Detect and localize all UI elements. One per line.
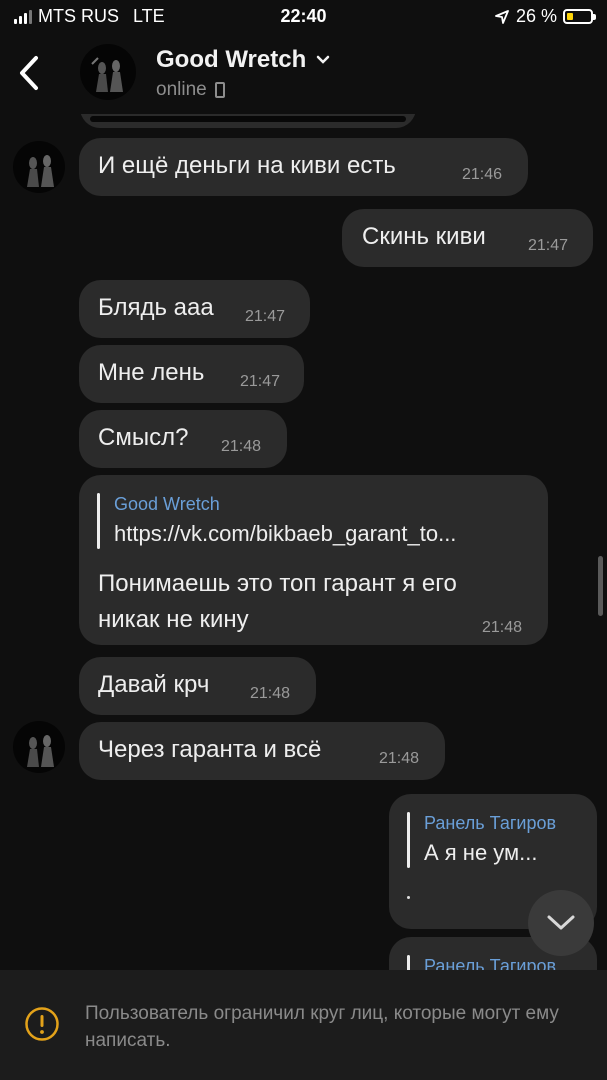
status-bar: MTS RUS LTE 22:40 26 % [0, 0, 607, 34]
restriction-notice-text: Пользователь ограничил круг лиц, которые… [85, 1003, 559, 1051]
battery-icon [563, 9, 596, 24]
message-bubble-incoming[interactable]: Мне лень 21:47 [79, 345, 304, 403]
reply-text: А я не ум... [424, 840, 538, 865]
warning-icon [25, 1007, 59, 1041]
message-text: Смысл? [98, 424, 189, 451]
message-text-line-1: Понимаешь это топ гарант я его [98, 570, 457, 597]
reply-link[interactable]: https://vk.com/bikbaeb_garant_to... [114, 521, 456, 547]
contact-avatar[interactable] [80, 44, 136, 100]
message-bubble-outgoing[interactable]: Скинь киви 21:47 [342, 209, 593, 267]
message-bubble-partial[interactable] [80, 114, 416, 128]
message-text-line-2: никак не кину [98, 606, 249, 633]
scroll-down-icon [547, 915, 575, 930]
message-time: 21:46 [462, 166, 503, 183]
phone-icon [214, 82, 225, 98]
reply-indicator-bar [407, 812, 410, 868]
contact-name-button[interactable]: Good Wretch [156, 46, 330, 74]
scrollbar[interactable] [598, 556, 603, 616]
reply-author: Good Wretch [114, 494, 220, 514]
message-bubble-incoming[interactable]: Блядь ааа 21:47 [79, 280, 310, 338]
reply-author: Ранель Тагиров [424, 956, 557, 970]
message-time: 21:48 [221, 438, 262, 455]
chat-header: Good Wretch online [0, 34, 607, 114]
back-button[interactable] [16, 54, 46, 92]
battery-fill [567, 13, 573, 20]
reply-indicator-bar [407, 955, 410, 970]
message-time: 21:47 [528, 237, 569, 254]
reply-author: Ранель Тагиров [424, 813, 557, 833]
message-bubble-incoming[interactable]: Через гаранта и всё 21:48 [79, 722, 445, 780]
message-time: 21:47 [245, 308, 286, 325]
sender-avatar[interactable] [13, 141, 65, 193]
restriction-notice: Пользователь ограничил круг лиц, которые… [0, 970, 607, 1080]
chevron-down-icon [316, 55, 330, 64]
message-text: Скинь киви [362, 223, 486, 250]
status-right: 26 % [494, 6, 596, 27]
message-bubble-incoming[interactable]: Смысл? 21:48 [79, 410, 287, 468]
message-bubble-incoming[interactable]: Давай крч 21:48 [79, 657, 316, 715]
message-time: 21:48 [482, 619, 523, 636]
location-arrow-icon [495, 9, 509, 24]
message-list[interactable]: И ещё деньги на киви есть 21:46 Скинь ки… [0, 114, 607, 970]
message-time: 21:48 [250, 685, 291, 702]
message-bubble-incoming[interactable]: И ещё деньги на киви есть 21:46 [79, 138, 528, 196]
message-text: Давай крч [98, 671, 210, 698]
message-time: 21:47 [240, 373, 281, 390]
online-status: online [156, 79, 207, 100]
back-chevron-icon [20, 56, 38, 90]
contact-status: online [156, 79, 225, 101]
reply-indicator-bar [97, 493, 100, 549]
sender-avatar[interactable] [13, 721, 65, 773]
message-bubble-incoming-reply[interactable]: Good Wretch https://vk.com/bikbaeb_garan… [79, 475, 548, 645]
message-text: Мне лень [98, 359, 205, 386]
contact-name: Good Wretch [156, 46, 307, 73]
battery-percent: 26 % [515, 6, 557, 26]
message-text: Через гаранта и всё [98, 736, 322, 763]
scroll-to-bottom-button[interactable] [528, 890, 594, 956]
message-text: И ещё деньги на киви есть [98, 152, 396, 179]
message-text: Блядь ааа [98, 294, 214, 321]
message-time: 21:48 [379, 750, 420, 767]
